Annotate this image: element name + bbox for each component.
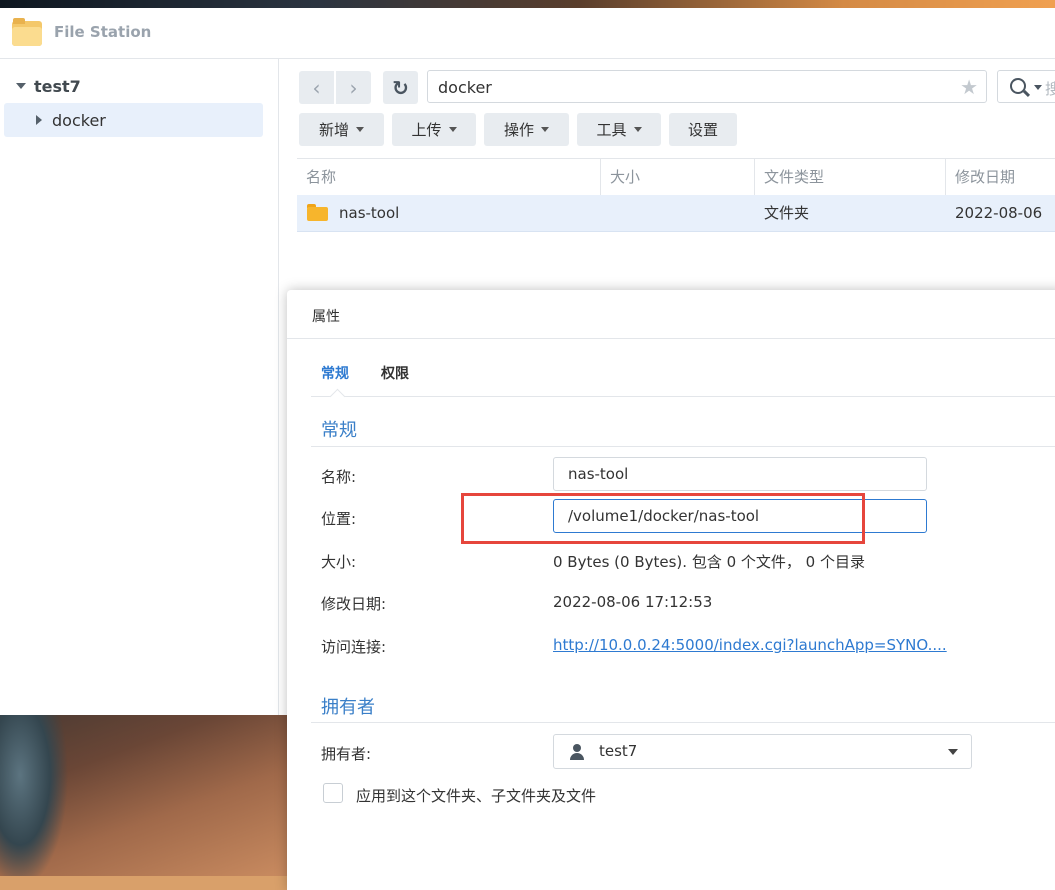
settings-button-label: 设置 <box>687 121 718 139</box>
tree-root-test7[interactable]: test7 <box>16 75 81 97</box>
column-type[interactable]: 文件类型 <box>754 159 945 196</box>
dropdown-icon <box>541 127 549 132</box>
file-type: 文件夹 <box>764 204 810 222</box>
upload-button[interactable]: 上传 <box>392 113 476 146</box>
tab-permissions[interactable]: 权限 <box>381 363 409 383</box>
annotation-highlight-box <box>461 493 865 544</box>
back-button[interactable]: ‹ <box>299 71 334 104</box>
search-placeholder: 搜 <box>1045 80 1055 98</box>
chevron-down-icon <box>948 749 958 755</box>
divider <box>311 722 1055 723</box>
size-value: 0 Bytes (0 Bytes). 包含 0 个文件， 0 个目录 <box>553 553 865 571</box>
divider <box>287 338 1055 339</box>
search-icon[interactable] <box>1010 78 1026 94</box>
tree-root-label: test7 <box>34 76 81 96</box>
forward-button[interactable]: › <box>336 71 371 104</box>
chevron-down-icon[interactable] <box>1034 85 1042 90</box>
dropdown-icon <box>356 127 364 132</box>
column-modified[interactable]: 修改日期 <box>945 159 1055 196</box>
file-modified: 2022-08-06 <box>955 204 1043 222</box>
access-link[interactable]: http://10.0.0.24:5000/index.cgi?launchAp… <box>553 636 947 654</box>
file-name: nas-tool <box>339 204 400 222</box>
location-label: 位置: <box>321 510 357 528</box>
action-button[interactable]: 操作 <box>484 113 569 146</box>
settings-button[interactable]: 设置 <box>669 113 737 146</box>
path-field[interactable]: docker ★ <box>427 70 987 103</box>
apply-recursive-label[interactable]: 应用到这个文件夹、子文件夹及文件 <box>356 785 596 806</box>
action-button-label: 操作 <box>503 121 534 139</box>
tools-button[interactable]: 工具 <box>577 113 661 146</box>
wallpaper-rock <box>0 715 290 876</box>
upload-button-label: 上传 <box>411 121 442 139</box>
star-icon[interactable]: ★ <box>960 75 978 99</box>
owner-value: test7 <box>599 742 638 760</box>
chevron-right-icon: › <box>349 75 358 100</box>
sidebar: test7 docker <box>0 59 279 715</box>
dropdown-icon <box>448 127 457 132</box>
app-title: File Station <box>54 23 152 41</box>
size-label: 大小: <box>321 553 357 571</box>
apply-recursive-checkbox[interactable] <box>323 783 343 803</box>
name-field-value: nas-tool <box>568 465 629 483</box>
title-bar: File Station <box>0 8 1055 59</box>
link-label: 访问连接: <box>321 638 387 656</box>
dropdown-icon <box>633 127 642 132</box>
name-label: 名称: <box>321 468 357 486</box>
section-owner-title: 拥有者 <box>321 697 375 718</box>
properties-dialog: 属性 常规 权限 常规 名称: nas-tool 位置: /volume1/do… <box>287 290 1055 890</box>
tab-pointer <box>329 388 346 405</box>
dialog-title: 属性 <box>312 309 340 325</box>
path-text: docker <box>438 78 492 97</box>
caret-down-icon[interactable] <box>16 83 26 89</box>
tab-general[interactable]: 常规 <box>321 363 349 383</box>
caret-right-icon[interactable] <box>36 115 42 125</box>
user-icon <box>570 744 584 760</box>
file-list-header: 名称 大小 文件类型 修改日期 <box>297 158 1055 197</box>
name-field[interactable]: nas-tool <box>553 457 927 491</box>
folder-app-icon <box>12 18 42 46</box>
modified-label: 修改日期: <box>321 595 387 613</box>
tab-underline <box>311 396 1055 397</box>
column-name[interactable]: 名称 <box>297 159 600 196</box>
tools-button-label: 工具 <box>596 121 627 139</box>
section-general-title: 常规 <box>321 420 357 441</box>
owner-label: 拥有者: <box>321 745 372 763</box>
divider <box>311 446 1055 447</box>
folder-icon <box>307 204 328 221</box>
create-button[interactable]: 新增 <box>299 113 384 146</box>
chevron-left-icon: ‹ <box>312 75 321 100</box>
sidebar-item-label: docker <box>52 110 106 130</box>
modified-value: 2022-08-06 17:12:53 <box>553 593 713 611</box>
refresh-icon: ↻ <box>392 75 409 100</box>
create-button-label: 新增 <box>318 121 349 139</box>
search-input[interactable]: 搜 <box>997 70 1055 103</box>
refresh-button[interactable]: ↻ <box>383 71 418 104</box>
owner-select[interactable]: test7 <box>553 734 972 769</box>
sidebar-item-docker[interactable]: docker <box>4 103 263 137</box>
wallpaper-top-band <box>0 0 1055 8</box>
table-row[interactable]: nas-tool 文件夹 2022-08-06 <box>297 195 1055 232</box>
column-size[interactable]: 大小 <box>600 159 754 196</box>
